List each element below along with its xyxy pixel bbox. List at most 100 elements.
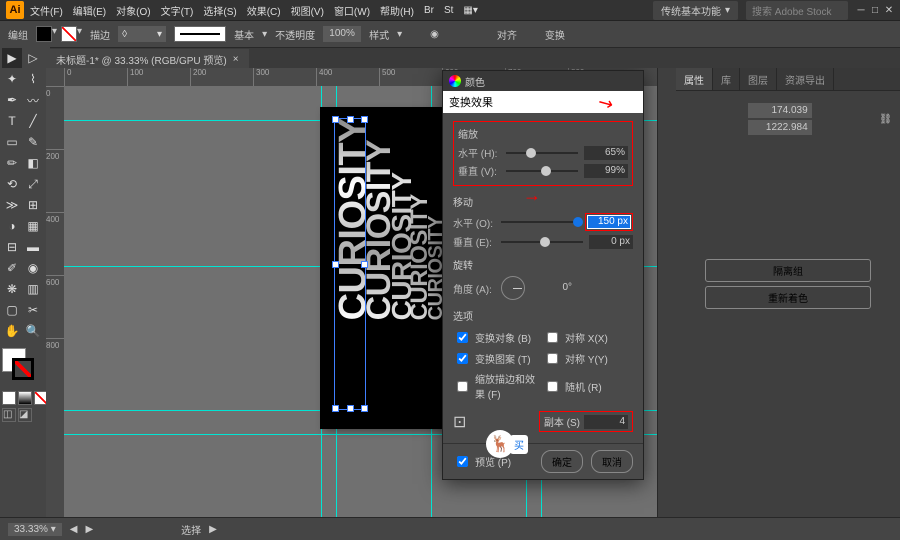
canvas[interactable]: 0100200300400500600700800 0200400600800 …	[46, 68, 658, 518]
move-section-label: 移动	[453, 194, 633, 209]
chevron-down-icon[interactable]: ▾	[52, 26, 57, 42]
minimize-icon[interactable]: ─	[856, 5, 866, 15]
angle-value[interactable]: 0°	[531, 281, 575, 295]
anchor-point-icon[interactable]: ⊡	[453, 412, 466, 432]
opt-scale-stroke[interactable]: 缩放描边和效果 (F)	[453, 371, 543, 401]
color-wheel-icon	[449, 75, 461, 87]
window-controls: ─ □ ✕	[856, 5, 894, 15]
recolor-button[interactable]: 重新着色	[705, 286, 871, 309]
document-tabs: 未标题-1* @ 33.33% (RGB/GPU 预览)×	[0, 48, 900, 70]
nav-prev-icon[interactable]: ◀	[70, 524, 78, 535]
opt-random[interactable]: 随机 (R)	[543, 371, 633, 401]
rotate-section-label: 旋转	[453, 257, 633, 272]
tab-properties[interactable]: 属性	[676, 68, 713, 90]
options-section-label: 选项	[453, 308, 633, 323]
scale-h-value[interactable]: 65%	[584, 146, 628, 160]
status-info: 选择	[181, 522, 201, 537]
transform-label[interactable]: 变换	[545, 27, 565, 42]
ok-button[interactable]: 确定	[541, 450, 583, 473]
chevron-down-icon[interactable]: ▾	[397, 29, 402, 40]
menu-effect[interactable]: 效果(C)	[243, 1, 285, 20]
menu-window[interactable]: 窗口(W)	[330, 1, 374, 20]
menu-type[interactable]: 文字(T)	[157, 1, 198, 20]
tab-asset-export[interactable]: 资源导出	[777, 68, 834, 90]
menu-object[interactable]: 对象(O)	[112, 1, 154, 20]
document-tab[interactable]: 未标题-1* @ 33.33% (RGB/GPU 预览)×	[46, 49, 249, 70]
selection-tool[interactable]: ▶	[2, 48, 22, 68]
stroke-swatch[interactable]	[61, 26, 77, 42]
right-panel: 属性 库 图层 资源导出 174.039 1222.984 ⛓ 隔离组 重新着色	[657, 68, 900, 518]
opt-transform-pattern[interactable]: 变换图案 (T)	[453, 350, 543, 367]
menu-help[interactable]: 帮助(H)	[376, 1, 418, 20]
nav-next-icon[interactable]: ▶	[85, 524, 93, 535]
workspace-dropdown[interactable]: 传统基本功能▾	[653, 1, 738, 20]
transform-x-value[interactable]: 174.039	[748, 103, 812, 118]
options-bar: 编组 ▾ ▾ 描边 ◊▾ 基本 ▾ 不透明度 100% 样式 ▾ ◉ 对齐 变换	[0, 21, 900, 48]
move-v-value[interactable]: 0 px	[589, 235, 633, 249]
chevron-down-icon[interactable]: ▾	[262, 29, 267, 40]
menu-select[interactable]: 选择(S)	[199, 1, 240, 20]
move-v-slider[interactable]	[501, 235, 583, 249]
menu-br-icon[interactable]: Br	[420, 3, 438, 18]
statusbar: 33.33% ▾ ◀ ▶ 选择 ▶	[0, 517, 900, 540]
stroke-label: 描边	[90, 27, 110, 42]
transform-effect-dialog: 颜色 变换效果 缩放 水平 (H): 65% 垂直 (V): 99%	[442, 70, 644, 480]
maximize-icon[interactable]: □	[870, 5, 880, 15]
selection-type-label: 编组	[8, 27, 28, 42]
move-v-label: 垂直 (E):	[453, 234, 495, 249]
selection-bounds[interactable]	[334, 118, 366, 410]
stroke-profile[interactable]	[174, 26, 226, 42]
fill-stroke-swatches[interactable]: ▾ ▾	[36, 26, 82, 42]
scale-v-slider[interactable]	[506, 164, 578, 178]
transform-y-value[interactable]: 1222.984	[748, 120, 812, 135]
menu-arrange-icon[interactable]: ▦▾	[459, 3, 481, 18]
style-label: 样式	[369, 27, 389, 42]
close-icon[interactable]: ✕	[884, 5, 894, 15]
opt-mirror-x[interactable]: 对称 X(X)	[543, 329, 633, 346]
stroke-style-label: 基本	[234, 27, 254, 42]
link-icon[interactable]: ⛓	[879, 114, 892, 125]
direct-selection-tool[interactable]: ▷	[23, 48, 43, 68]
opacity-input[interactable]: 100%	[323, 26, 361, 42]
tab-layers[interactable]: 图层	[740, 68, 777, 90]
tab-libraries[interactable]: 库	[713, 68, 740, 90]
dialog-titlebar[interactable]: 颜色	[443, 71, 643, 91]
angle-dial[interactable]	[501, 276, 525, 300]
menu-file[interactable]: 文件(F)	[26, 1, 67, 20]
collapsed-panel-title[interactable]: 颜色	[465, 74, 485, 89]
move-h-slider[interactable]	[501, 215, 579, 229]
opacity-label: 不透明度	[275, 27, 315, 42]
close-icon[interactable]: ×	[233, 54, 239, 65]
search-input[interactable]: 搜索 Adobe Stock	[746, 1, 848, 20]
chevron-down-icon[interactable]: ▾	[77, 26, 82, 42]
copies-label: 副本 (S)	[544, 414, 580, 429]
isolate-group-button[interactable]: 隔离组	[705, 259, 871, 282]
move-h-value[interactable]: 150 px	[587, 215, 631, 229]
ruler-vertical[interactable]: 0200400600800	[46, 86, 64, 518]
opt-transform-object[interactable]: 变换对象 (B)	[453, 329, 543, 346]
menu-st-icon[interactable]: St	[440, 3, 457, 18]
chevron-down-icon: ▾	[725, 5, 730, 16]
app-logo: Ai	[6, 1, 24, 19]
scale-section-label: 缩放	[458, 126, 628, 141]
scale-h-slider[interactable]	[506, 146, 578, 160]
nav-next-icon[interactable]: ▶	[209, 524, 217, 535]
menubar: Ai 文件(F) 编辑(E) 对象(O) 文字(T) 选择(S) 效果(C) 视…	[0, 0, 900, 21]
watermark-label: 买	[510, 435, 528, 454]
doc-setup-icon[interactable]: ◉	[430, 29, 439, 40]
menu-view[interactable]: 视图(V)	[287, 1, 328, 20]
fill-swatch[interactable]	[36, 26, 52, 42]
dialog-title: 变换效果	[443, 91, 643, 113]
copies-value[interactable]: 4	[584, 415, 628, 429]
align-label[interactable]: 对齐	[497, 27, 517, 42]
stroke-width-input[interactable]: ◊▾	[118, 26, 166, 42]
opt-mirror-y[interactable]: 对称 Y(Y)	[543, 350, 633, 367]
angle-label: 角度 (A):	[453, 281, 495, 296]
zoom-level[interactable]: 33.33% ▾	[8, 523, 62, 536]
scale-v-value[interactable]: 99%	[584, 164, 628, 178]
menu-edit[interactable]: 编辑(E)	[69, 1, 110, 20]
scale-v-label: 垂直 (V):	[458, 163, 500, 178]
move-h-label: 水平 (O):	[453, 215, 495, 230]
cancel-button[interactable]: 取消	[591, 450, 633, 473]
ruler-origin[interactable]	[46, 68, 64, 86]
